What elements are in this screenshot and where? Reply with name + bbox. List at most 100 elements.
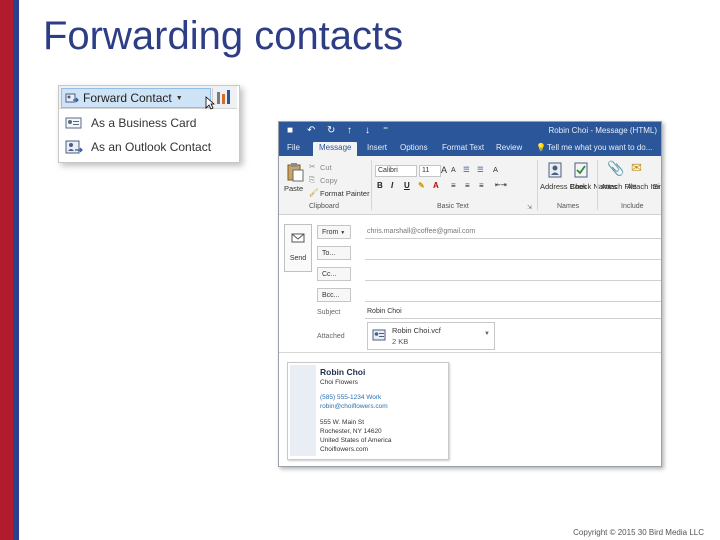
tab-insert[interactable]: Insert [367,143,387,152]
save-icon[interactable]: ■ [287,125,293,136]
align-right-icon[interactable]: ≡ [479,181,484,190]
business-card: Robin Choi Choi Flowers (585) 555-1234 W… [287,362,449,460]
group-divider [597,160,598,210]
paste-icon[interactable] [285,162,305,182]
grow-font-icon[interactable]: A [441,165,447,175]
cut-icon: ✂ [309,162,316,171]
card-name: Robin Choi [320,367,366,377]
chevron-down-icon[interactable]: ▼ [484,331,490,337]
dialog-launcher-icon[interactable]: ⇲ [527,204,532,211]
clear-formatting-icon[interactable]: A [493,165,498,174]
align-center-icon[interactable]: ≡ [465,181,470,190]
format-painter-icon: 🖌 [309,188,319,197]
tell-me-box[interactable]: Tell me what you want to do... [547,143,652,152]
menu-item-as-outlook-contact[interactable]: As an Outlook Contact [59,136,237,158]
card-photo [290,365,316,456]
group-divider [371,160,372,210]
attached-label: Attached [317,333,345,340]
card-web: Choiflowers.com [320,446,369,453]
undo-icon[interactable]: ↶ [307,125,315,136]
lightbulb-icon: 💡 [536,143,546,152]
format-painter-button[interactable]: Format Painter [320,189,370,198]
business-card-icon [65,117,82,129]
card-street: 555 W. Main St [320,419,365,426]
bullets-icon[interactable]: ☰ [463,165,470,174]
card-country: United States of America [320,437,392,444]
from-value: chris.marshall@coffee@gmail.com [365,225,661,239]
tab-file[interactable]: File [287,143,300,152]
font-color-icon[interactable]: A [433,181,439,190]
customize-icon[interactable]: ⁼ [383,125,388,136]
left-blue-stripe [13,0,19,540]
to-field[interactable] [365,246,661,260]
address-book-icon [548,162,562,178]
redo-icon[interactable]: ↻ [327,125,335,136]
send-icon [291,233,305,243]
copyright-footer: Copyright © 2015 30 Bird Media LLC [573,528,704,537]
cc-button[interactable]: Cc... [317,267,351,281]
bcc-button[interactable]: Bcc... [317,288,351,302]
tab-options[interactable]: Options [400,143,428,152]
from-button[interactable]: From ▼ [317,225,351,239]
subject-field[interactable]: Robin Choi [365,305,661,319]
card-city: Rochester, NY 14620 [320,428,382,435]
chart-icon[interactable] [217,90,233,104]
card-email: robin@choiflowers.com [320,403,388,410]
from-label: From [322,229,339,236]
up-arrow-icon[interactable]: ↑ [347,125,352,136]
include-group-label: Include [621,203,644,210]
menu-item-as-business-card[interactable]: As a Business Card [59,112,237,134]
menu-item-label: As a Business Card [91,116,197,130]
copy-button[interactable]: Copy [320,176,338,185]
shrink-font-icon[interactable]: A [451,167,456,174]
names-group-label: Names [557,203,580,210]
forward-contact-icon [65,93,79,103]
ribbon-tabs: File Message Insert Options Format Text … [279,140,661,157]
forward-contact-label: Forward Contact [83,91,172,105]
check-names-icon [574,162,588,178]
compose-area: Send From ▼ chris.marshall@coffee@gmail.… [279,215,661,466]
menu-item-label: As an Outlook Contact [91,140,212,154]
cut-button[interactable]: Cut [320,163,332,172]
basic-text-group-label: Basic Text [437,203,469,210]
slide-title: Forwarding contacts [43,14,404,58]
send-label: Send [289,255,307,262]
font-name-box[interactable]: Calibri [375,165,417,177]
attachment-size: 2 KB [392,337,409,346]
paperclip-icon: 📎 [607,160,625,176]
business-card-icon [372,329,386,341]
highlight-icon[interactable]: ✎ [418,181,425,190]
signature-button[interactable]: Si [653,182,660,191]
bcc-field[interactable] [365,288,661,302]
send-button[interactable]: Send [284,224,312,272]
left-red-stripe [0,0,13,540]
align-left-icon[interactable]: ≡ [451,181,456,190]
numbering-icon[interactable]: ☰ [477,165,484,174]
chevron-down-icon: ▼ [340,230,346,236]
window-title: Robin Choi - Message (HTML) [548,126,657,135]
bold-icon[interactable]: B [377,181,383,190]
subject-label: Subject [317,309,341,316]
underline-icon[interactable]: U [404,181,410,190]
divider [279,352,661,353]
outlook-message-window: ■ ↶ ↻ ↑ ↓ ⁼ Robin Choi - Message (HTML) … [278,121,662,467]
ribbon: Paste ✂ Cut ⎘ Copy 🖌 Format Painter Clip… [279,156,661,215]
tab-message[interactable]: Message [313,142,358,157]
group-divider [537,160,538,210]
indent-icon[interactable]: ⇤⇥ [495,181,507,189]
chevron-down-icon: ▼ [175,94,183,102]
paste-button[interactable]: Paste [284,184,303,193]
to-button[interactable]: To... [317,246,351,260]
font-size-box[interactable]: 11 [419,165,441,177]
cc-field[interactable] [365,267,661,281]
italic-icon[interactable]: I [391,181,393,190]
mouse-cursor-icon [205,96,215,110]
down-arrow-icon[interactable]: ↓ [365,125,370,136]
tab-review[interactable]: Review [496,143,522,152]
attach-item-icon: ✉ [631,160,642,175]
tab-format-text[interactable]: Format Text [442,143,484,152]
attachment-chip[interactable]: Robin Choi.vcf 2 KB ▼ [367,322,495,350]
forward-contact-button[interactable]: Forward Contact ▼ [61,88,211,108]
clipboard-group-label: Clipboard [309,203,339,210]
outlook-contact-icon [65,140,83,154]
